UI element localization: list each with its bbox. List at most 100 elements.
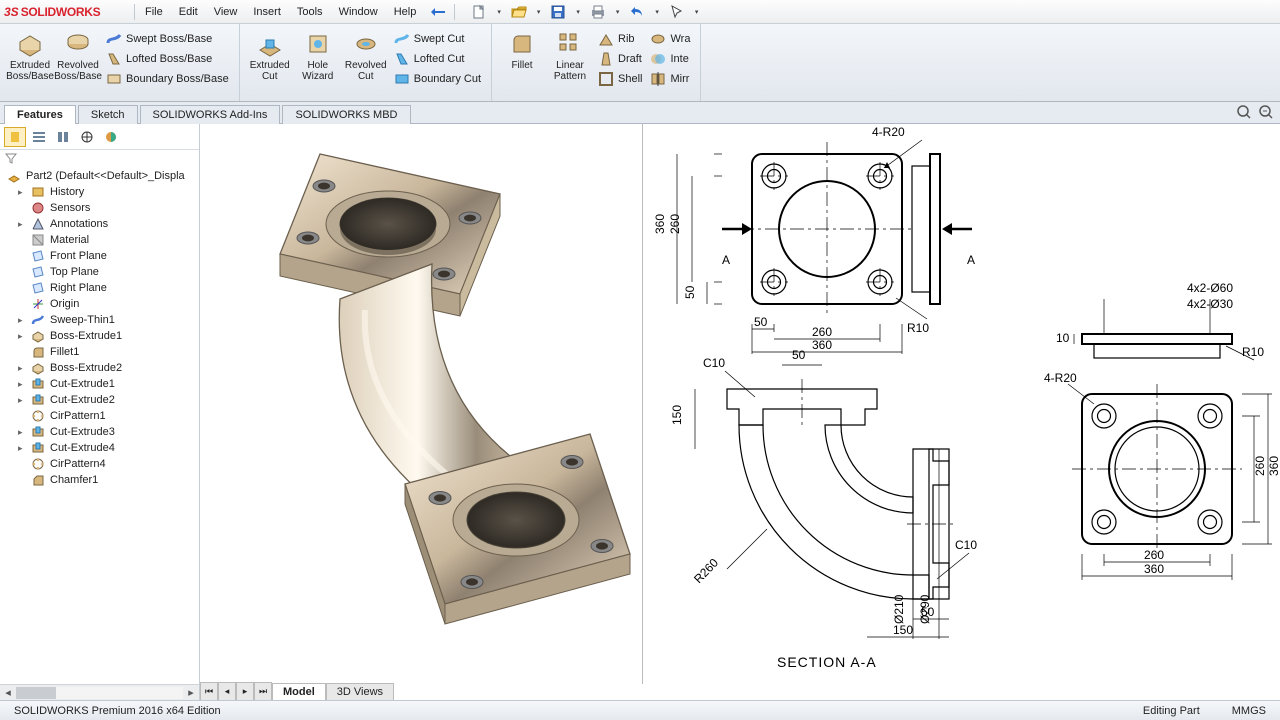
sheet-next-icon[interactable]: ▸ [236, 682, 254, 700]
svg-text:R10: R10 [1242, 345, 1264, 359]
boundary-cut-button[interactable]: Boundary Cut [392, 70, 483, 88]
logo-ds: 3S [4, 5, 19, 19]
revolved-cut-button[interactable]: Revolved Cut [342, 28, 390, 84]
expand-arrow-icon[interactable]: ▸ [18, 219, 26, 230]
menu-tools[interactable]: Tools [289, 3, 331, 21]
shell-button[interactable]: Shell [596, 70, 644, 88]
menu-edit[interactable]: Edit [171, 3, 206, 21]
dropdown-caret-icon[interactable]: ▾ [497, 8, 501, 16]
menu-help[interactable]: Help [386, 3, 425, 21]
zoom-to-fit-icon[interactable] [1236, 104, 1252, 123]
print-icon[interactable] [584, 2, 612, 22]
tree-item-top-plane[interactable]: Top Plane [0, 264, 199, 280]
zoom-area-icon[interactable] [1258, 104, 1274, 123]
boundary-boss-button[interactable]: Boundary Boss/Base [104, 70, 231, 88]
tree-item-sensors[interactable]: Sensors [0, 200, 199, 216]
save-icon[interactable] [544, 2, 572, 22]
dropdown-caret-icon[interactable]: ▾ [655, 8, 659, 16]
tree-item-fillet1[interactable]: Fillet1 [0, 344, 199, 360]
extruded-cut-button[interactable]: Extruded Cut [246, 28, 294, 84]
rib-button[interactable]: Rib [596, 30, 644, 48]
tab-features[interactable]: Features [4, 105, 76, 124]
status-units[interactable]: MMGS [1224, 705, 1274, 717]
fm-horizontal-scrollbar[interactable]: ◂ ▸ [0, 684, 199, 700]
fm-tab-tree-icon[interactable] [4, 127, 26, 147]
tree-item-material-not-specified-[interactable]: Material [0, 232, 199, 248]
feature-tree[interactable]: Part2 (Default<<Default>_Displa ▸History… [0, 168, 199, 684]
menu-insert[interactable]: Insert [245, 3, 289, 21]
revolved-boss-button[interactable]: Revolved Boss/Base [54, 28, 102, 84]
hole-wizard-button[interactable]: Hole Wizard [294, 28, 342, 84]
open-icon[interactable] [505, 2, 533, 22]
filter-icon[interactable] [4, 151, 18, 168]
lofted-cut-button[interactable]: Lofted Cut [392, 50, 483, 68]
expand-arrow-icon[interactable]: ▸ [18, 187, 26, 198]
tree-item-label: Fillet1 [50, 346, 79, 358]
linear-pattern-button[interactable]: Linear Pattern [546, 28, 594, 84]
dropdown-caret-icon[interactable]: ▾ [537, 8, 541, 16]
tab-addins[interactable]: SOLIDWORKS Add-Ins [140, 105, 281, 124]
tree-item-cut-extrude3[interactable]: ▸Cut-Extrude3 [0, 424, 199, 440]
expand-arrow-icon[interactable]: ▸ [18, 331, 26, 342]
tree-item-boss-extrude1[interactable]: ▸Boss-Extrude1 [0, 328, 199, 344]
fm-tab-config-icon[interactable] [52, 127, 74, 147]
sheet-tab-model[interactable]: Model [272, 683, 326, 700]
tree-item-cirpattern1[interactable]: CirPattern1 [0, 408, 199, 424]
expand-arrow-icon[interactable]: ▸ [18, 427, 26, 438]
tree-item-annotations[interactable]: ▸Annotations [0, 216, 199, 232]
history-icon [30, 185, 46, 199]
graphics-viewport[interactable]: .dl{stroke:#000;stroke-width:1.2;fill:no… [200, 124, 1280, 700]
dropdown-caret-icon[interactable]: ▾ [576, 8, 580, 16]
tab-sketch[interactable]: Sketch [78, 105, 138, 124]
tree-item-chamfer1[interactable]: Chamfer1 [0, 472, 199, 488]
command-ribbon: Extruded Boss/Base Revolved Boss/Base Sw… [0, 24, 1280, 102]
tree-item-sweep-thin1[interactable]: ▸ Sweep-Thin1 [0, 312, 199, 328]
scroll-left-icon[interactable]: ◂ [0, 686, 16, 699]
tree-item-cut-extrude2[interactable]: ▸Cut-Extrude2 [0, 392, 199, 408]
dropdown-caret-icon[interactable]: ▾ [616, 8, 620, 16]
menu-window[interactable]: Window [331, 3, 386, 21]
new-document-icon[interactable] [465, 2, 493, 22]
sheet-last-icon[interactable]: ⏭ [254, 682, 272, 700]
fm-tab-property-icon[interactable] [28, 127, 50, 147]
tree-item-right-plane[interactable]: Right Plane [0, 280, 199, 296]
scroll-right-icon[interactable]: ▸ [183, 686, 199, 699]
fm-tab-dimxpert-icon[interactable] [76, 127, 98, 147]
mirror-button[interactable]: Mirr [648, 70, 692, 88]
menu-view[interactable]: View [206, 3, 246, 21]
tree-item-label: Sweep-Thin1 [50, 314, 115, 326]
lofted-boss-button[interactable]: Lofted Boss/Base [104, 50, 231, 68]
expand-arrow-icon[interactable]: ▸ [18, 443, 26, 454]
swept-cut-button[interactable]: Swept Cut [392, 30, 483, 48]
tree-item-front-plane[interactable]: Front Plane [0, 248, 199, 264]
expand-arrow-icon[interactable]: ▸ [18, 363, 26, 374]
tab-mbd[interactable]: SOLIDWORKS MBD [282, 105, 410, 124]
sheet-tab-3dviews[interactable]: 3D Views [326, 683, 394, 700]
scroll-thumb[interactable] [16, 687, 56, 699]
tree-item-cut-extrude1[interactable]: ▸Cut-Extrude1 [0, 376, 199, 392]
dropdown-caret-icon[interactable]: ▾ [695, 8, 699, 16]
tree-item-boss-extrude2[interactable]: ▸Boss-Extrude2 [0, 360, 199, 376]
expand-arrow-icon[interactable]: ▸ [18, 395, 26, 406]
tree-root[interactable]: Part2 (Default<<Default>_Displa [0, 168, 199, 184]
extruded-boss-button[interactable]: Extruded Boss/Base [6, 28, 54, 84]
select-icon[interactable] [663, 2, 691, 22]
sheet-first-icon[interactable]: ⏮ [200, 682, 218, 700]
tree-item-cirpattern4[interactable]: CirPattern4 [0, 456, 199, 472]
wrap-button[interactable]: Wra [648, 30, 692, 48]
sheet-prev-icon[interactable]: ◂ [218, 682, 236, 700]
intersect-button[interactable]: Inte [648, 50, 692, 68]
draft-button[interactable]: Draft [596, 50, 644, 68]
help-icon[interactable] [424, 2, 452, 22]
menu-file[interactable]: File [137, 3, 171, 21]
expand-arrow-icon[interactable]: ▸ [18, 315, 26, 326]
tree-item-label: Sensors [50, 202, 90, 214]
undo-icon[interactable] [623, 2, 651, 22]
tree-item-cut-extrude4[interactable]: ▸Cut-Extrude4 [0, 440, 199, 456]
fillet-button[interactable]: Fillet [498, 28, 546, 73]
swept-boss-button[interactable]: Swept Boss/Base [104, 30, 231, 48]
tree-item-origin[interactable]: Origin [0, 296, 199, 312]
expand-arrow-icon[interactable]: ▸ [18, 379, 26, 390]
tree-item-history[interactable]: ▸History [0, 184, 199, 200]
fm-tab-display-icon[interactable] [100, 127, 122, 147]
